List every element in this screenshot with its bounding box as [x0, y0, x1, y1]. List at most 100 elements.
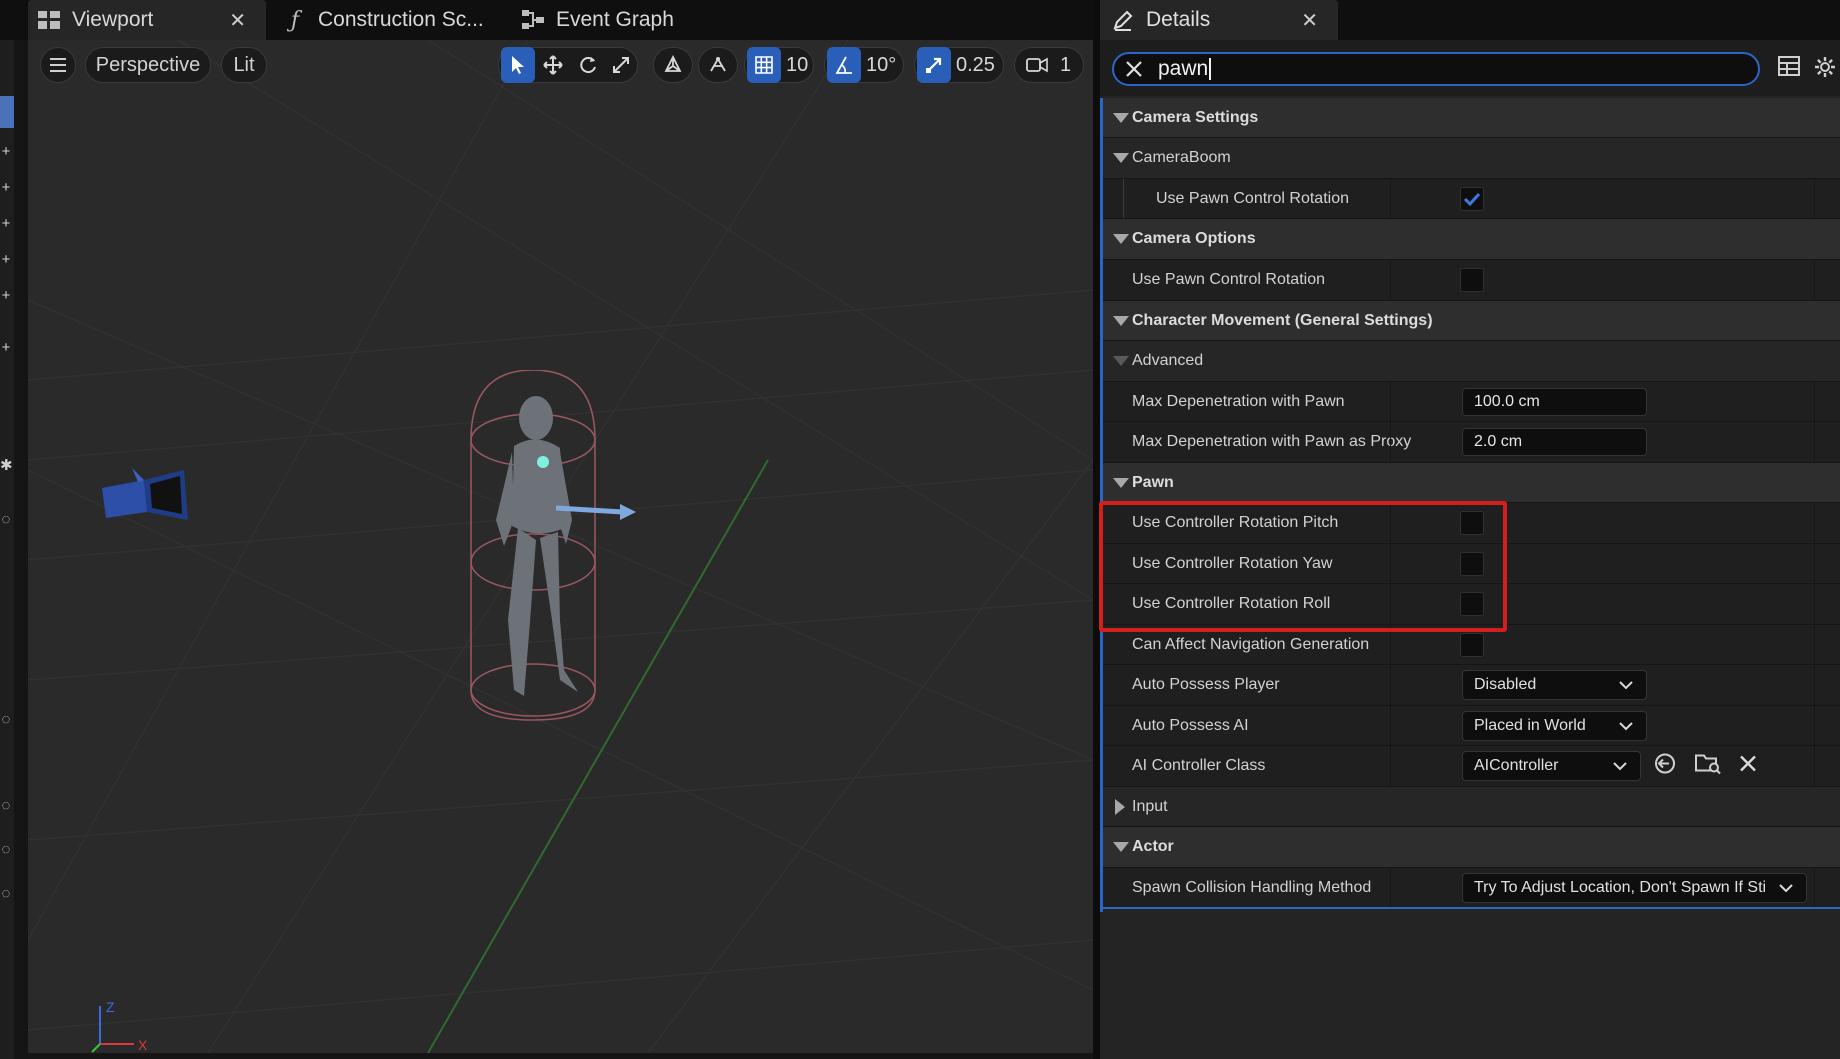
add-icon[interactable]: + [0, 216, 12, 231]
rotation-snap-value[interactable]: 10° [866, 47, 896, 83]
property-label: Use Pawn Control Rotation [1132, 271, 1325, 288]
translate-icon[interactable] [536, 47, 570, 83]
clear-asset-icon[interactable] [1739, 755, 1757, 778]
rotate-icon[interactable] [571, 47, 605, 83]
use-controller-rotation-roll-checkbox[interactable] [1460, 592, 1484, 616]
can-affect-navigation-checkbox[interactable] [1460, 632, 1484, 657]
tab-event-graph[interactable]: Event Graph [520, 0, 720, 40]
world-space-icon[interactable] [656, 47, 690, 83]
column-divider [1390, 260, 1391, 300]
category-pawn[interactable]: Pawn [1103, 463, 1840, 503]
property-label: Use Controller Rotation Roll [1132, 595, 1331, 612]
auto-possess-player-dropdown[interactable]: Disabled [1462, 670, 1647, 700]
expand-arrow-icon[interactable] [1113, 315, 1129, 326]
property-row: Use Pawn Control Rotation [1103, 260, 1840, 301]
lit-button[interactable]: Lit [221, 47, 267, 83]
subcategory-advanced[interactable]: Advanced [1103, 341, 1840, 382]
camera-speed-value[interactable]: 1 [1060, 47, 1071, 83]
add-icon[interactable]: + [0, 288, 12, 303]
use-pawn-control-rotation-checkbox[interactable] [1460, 186, 1484, 211]
add-icon[interactable]: + [0, 340, 12, 355]
rotation-snap-icon[interactable] [827, 47, 861, 83]
expand-arrow-icon[interactable] [1113, 356, 1129, 366]
tab-details[interactable]: Details ✕ [1100, 0, 1338, 40]
camera-speed-icon[interactable] [1020, 47, 1054, 83]
subcategory-camera-boom[interactable]: CameraBoom [1103, 138, 1840, 179]
close-icon[interactable]: ✕ [1301, 8, 1318, 33]
property-row: Use Controller Rotation Yaw [1103, 544, 1840, 584]
expand-arrow-icon[interactable] [1113, 153, 1129, 163]
visibility-icon[interactable]: ◌ [0, 842, 12, 857]
spawn-collision-dropdown[interactable]: Try To Adjust Location, Don't Spawn If S… [1462, 872, 1807, 903]
use-controller-rotation-yaw-checkbox[interactable] [1460, 551, 1484, 576]
table-view-icon[interactable] [1778, 56, 1800, 83]
property-row: AI Controller Class AIController [1103, 746, 1840, 787]
property-label: Use Controller Rotation Pitch [1132, 514, 1339, 531]
max-depenetration-proxy-input[interactable]: 2.0 cm [1462, 428, 1647, 456]
add-icon[interactable]: + [0, 252, 12, 267]
use-pawn-control-rotation-checkbox[interactable] [1460, 268, 1484, 292]
text-cursor [1209, 58, 1212, 80]
column-divider [1390, 868, 1391, 907]
settings-gear-icon[interactable] [1814, 56, 1836, 83]
clear-search-icon[interactable] [1114, 60, 1154, 78]
tab-viewport[interactable]: Viewport ✕ [28, 0, 266, 40]
level-viewport[interactable]: Z X [28, 40, 1093, 1053]
details-search-input[interactable]: pawn [1112, 52, 1760, 86]
column-divider [1814, 706, 1815, 745]
expand-arrow-icon[interactable] [1113, 112, 1129, 123]
column-divider [1814, 179, 1815, 218]
expand-arrow-icon[interactable] [1113, 234, 1129, 244]
panel-splitter[interactable] [1093, 0, 1100, 1059]
add-icon[interactable]: + [0, 180, 12, 195]
expand-arrow-icon[interactable] [1113, 477, 1129, 488]
category-actor[interactable]: Actor [1103, 827, 1840, 868]
browse-asset-icon[interactable] [1695, 753, 1721, 780]
grid-snap-value[interactable]: 10 [786, 47, 808, 83]
visibility-icon[interactable]: ◌ [0, 512, 12, 527]
collapse-arrow-icon[interactable] [1115, 798, 1125, 815]
function-icon: ƒ [290, 7, 300, 33]
property-row: Can Affect Navigation Generation [1103, 625, 1840, 665]
visibility-icon[interactable]: ◌ [0, 886, 12, 901]
max-depenetration-pawn-input[interactable]: 100.0 cm [1462, 387, 1647, 416]
category-character-movement[interactable]: Character Movement (General Settings) [1103, 301, 1840, 341]
expand-arrow-icon[interactable] [1113, 842, 1129, 852]
perspective-button[interactable]: Perspective [85, 47, 211, 83]
property-label: Can Affect Navigation Generation [1132, 635, 1370, 653]
tab-label: Event Graph [556, 8, 674, 31]
category-label: Actor [1132, 838, 1174, 855]
column-divider [1390, 503, 1391, 543]
auto-possess-ai-dropdown[interactable]: Placed in World [1462, 710, 1647, 741]
use-controller-rotation-pitch-checkbox[interactable] [1460, 511, 1484, 535]
hamburger-menu-icon[interactable] [40, 47, 76, 83]
settings-icon[interactable]: ✱ [0, 458, 13, 473]
graph-nodes-icon [520, 9, 546, 31]
visibility-icon[interactable]: ◌ [0, 712, 12, 727]
column-divider [1814, 665, 1815, 705]
category-camera-settings[interactable]: Camera Settings [1103, 98, 1840, 138]
chevron-down-icon [1619, 721, 1633, 730]
add-icon[interactable]: + [0, 144, 12, 159]
scale-snap-icon[interactable] [917, 47, 951, 83]
ai-controller-class-dropdown[interactable]: AIController [1462, 751, 1641, 781]
use-selected-asset-icon[interactable] [1653, 752, 1677, 781]
tab-construction-script[interactable]: ƒ Construction Sc... [282, 0, 512, 40]
surface-snapping-icon[interactable] [701, 47, 735, 83]
visibility-icon[interactable]: ◌ [0, 798, 12, 813]
grid-snap-icon[interactable] [747, 47, 781, 83]
nesting-line [1123, 179, 1124, 218]
scale-snap-value[interactable]: 0.25 [956, 47, 995, 83]
close-icon[interactable]: ✕ [229, 8, 246, 33]
camera-component-icon[interactable] [92, 460, 212, 540]
column-divider [1814, 584, 1815, 624]
category-input[interactable]: Input [1103, 787, 1840, 827]
select-arrow-icon[interactable] [501, 47, 535, 83]
category-camera-options[interactable]: Camera Options [1103, 219, 1840, 260]
category-label: Character Movement (General Settings) [1132, 311, 1433, 329]
scale-icon[interactable] [604, 47, 638, 83]
chevron-down-icon [1613, 762, 1627, 771]
strip-selected-item[interactable] [0, 96, 14, 128]
character-mesh[interactable] [468, 370, 688, 750]
property-label: Max Depenetration with Pawn as Proxy [1132, 433, 1412, 450]
